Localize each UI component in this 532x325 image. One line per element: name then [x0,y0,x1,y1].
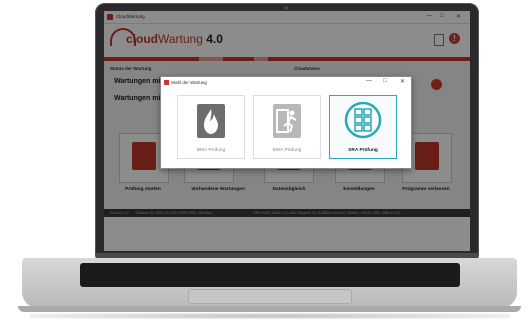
fire-icon [197,104,225,138]
camera [284,6,288,10]
maintenance-type-dialog: Wahl der Wartung — □ ✕ BMA Prüfung EWA P… [160,76,412,169]
shelf-grid-icon [344,101,382,139]
dialog-close-button[interactable]: ✕ [400,78,405,85]
laptop-shadow [30,313,510,319]
keyboard [80,263,460,287]
dialog-minimize-button[interactable]: — [366,78,372,84]
dialog-title: Wahl der Wartung [171,80,207,85]
exit-running-man-icon [273,104,301,138]
trackpad [188,289,352,304]
option-bma-check[interactable]: BMA Prüfung [177,95,245,159]
option-sra-check[interactable]: SRA Prüfung [329,95,397,159]
app-screen: CloudWartung — □ ✕ cloudWartung 4.0 ! St… [104,11,470,251]
option-label-bma: BMA Prüfung [196,148,226,153]
laptop-lip [18,306,521,312]
option-label-sra: SRA Prüfung [348,148,378,153]
dialog-maximize-button[interactable]: □ [383,78,387,84]
dialog-app-icon [164,80,169,85]
option-ewa-check[interactable]: EWA Prüfung [253,95,321,159]
option-label-ewa: EWA Prüfung [272,148,302,153]
